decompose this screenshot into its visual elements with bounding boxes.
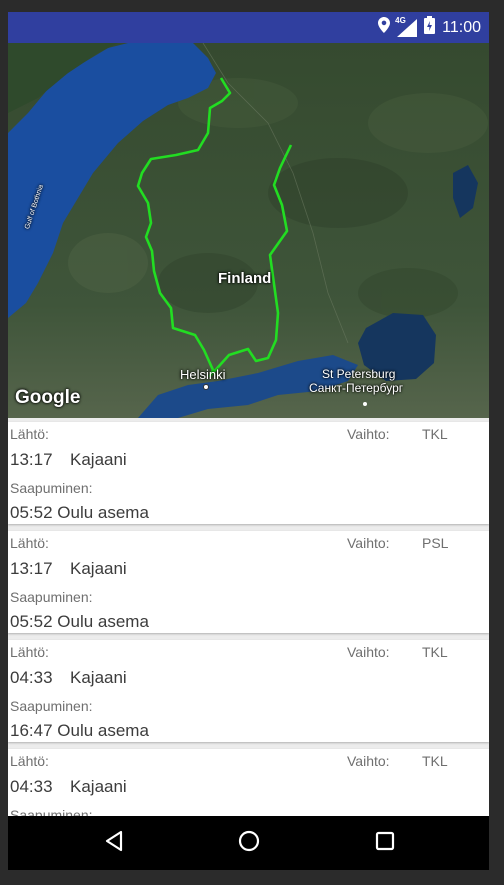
transfer-code: TKL (422, 426, 448, 442)
status-bar: 4G 11:00 (8, 12, 489, 43)
location-pin-icon (378, 17, 391, 38)
status-time: 11:00 (442, 18, 481, 36)
departure-label: Lähtö: (10, 753, 49, 769)
departure-label: Lähtö: (10, 426, 49, 442)
departure-station: Kajaani (70, 777, 127, 796)
arrival-label: Saapuminen: (10, 589, 93, 605)
arrival-label: Saapuminen: (10, 807, 93, 816)
arrival-value: 05:52 Oulu asema (10, 612, 149, 631)
connection-card[interactable]: Lähtö: Vaihto: TKL 13:17 Kajaani Saapumi… (8, 422, 489, 524)
navigation-bar (8, 816, 489, 870)
connection-card[interactable]: Lähtö: Vaihto: TKL 04:33 Kajaani Saapumi… (8, 749, 489, 816)
arrival-label: Saapuminen: (10, 698, 93, 714)
home-button[interactable] (219, 816, 279, 870)
departure-time: 04:33 (10, 777, 53, 796)
departure-station: Kajaani (70, 668, 127, 687)
map-label-stpetersburg-cyr: Санкт-Петербург (309, 381, 404, 395)
transfer-code: PSL (422, 535, 449, 551)
departure-time: 13:17 (10, 450, 53, 469)
map-label-country: Finland (218, 270, 272, 287)
departure-station: Kajaani (70, 559, 127, 578)
arrival-value: 16:47 Oulu asema (10, 721, 149, 740)
map-label-helsinki: Helsinki (180, 367, 226, 382)
battery-icon (424, 16, 436, 39)
home-icon (238, 830, 260, 857)
departure-time: 13:17 (10, 559, 53, 578)
connection-card[interactable]: Lähtö: Vaihto: PSL 13:17 Kajaani Saapumi… (8, 531, 489, 633)
departure-station: Kajaani (70, 450, 127, 469)
back-button[interactable] (84, 816, 144, 870)
departure-time: 04:33 (10, 668, 53, 687)
transfer-label: Vaihto: (347, 753, 390, 769)
network-type: 4G (395, 15, 406, 25)
departure-label: Lähtö: (10, 644, 49, 660)
phone-screen: 4G 11:00 Gulf of Bothnia Finland Helsink… (8, 12, 489, 870)
map-label-stpetersburg: St Petersburg (322, 367, 396, 381)
recents-icon (375, 831, 395, 856)
back-icon (104, 830, 124, 857)
arrival-value: 05:52 Oulu asema (10, 503, 149, 522)
connection-card[interactable]: Lähtö: Vaihto: TKL 04:33 Kajaani Saapumi… (8, 640, 489, 742)
map-canvas (8, 43, 489, 418)
transfer-code: TKL (422, 753, 448, 769)
map-view[interactable]: Gulf of Bothnia Finland Helsinki St Pete… (8, 43, 489, 418)
transfer-label: Vaihto: (347, 644, 390, 660)
transfer-label: Vaihto: (347, 426, 390, 442)
google-logo: Google (15, 387, 81, 408)
signal-icon: 4G (395, 15, 418, 37)
transfer-code: TKL (422, 644, 448, 660)
transfer-label: Vaihto: (347, 535, 390, 551)
recents-button[interactable] (355, 816, 415, 870)
arrival-label: Saapuminen: (10, 480, 93, 496)
connection-list[interactable]: Lähtö: Vaihto: TKL 13:17 Kajaani Saapumi… (8, 418, 489, 816)
departure-label: Lähtö: (10, 535, 49, 551)
